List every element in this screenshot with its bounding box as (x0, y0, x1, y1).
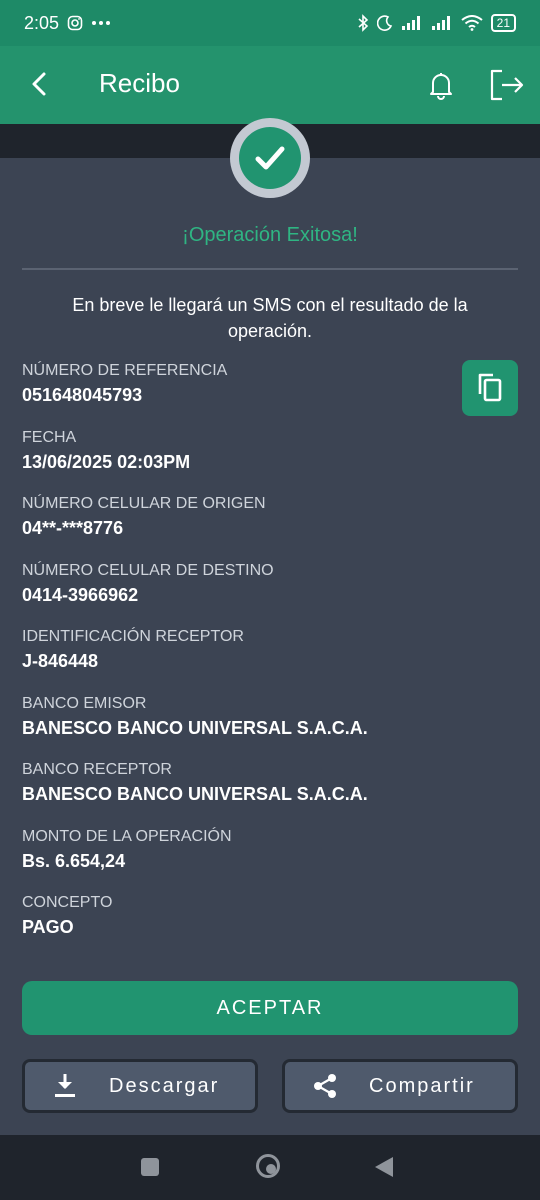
field-value: Bs. 6.654,24 (22, 851, 126, 871)
field-value: 13/06/2025 02:03PM (22, 452, 191, 472)
logout-icon[interactable] (488, 68, 526, 102)
field-value: PAGO (22, 917, 74, 937)
home-icon[interactable] (256, 1154, 280, 1178)
field-label: CONCEPTO (22, 894, 113, 911)
download-icon (55, 1074, 75, 1097)
download-label: Descargar (109, 1074, 220, 1097)
signal-icon (431, 16, 450, 30)
field-label: MONTO DE LA OPERACIÓN (22, 828, 232, 845)
instagram-icon (67, 15, 83, 31)
wifi-icon (461, 15, 483, 31)
field-label: FECHA (22, 429, 77, 446)
share-button[interactable]: Compartir (282, 1059, 518, 1113)
field-value: 0414-3966962 (22, 585, 139, 605)
battery-icon: 21 (490, 14, 516, 32)
bluetooth-icon (358, 14, 368, 32)
field-receiver-id: IDENTIFICACIÓN RECEPTOR J-846448 (22, 627, 442, 673)
share-label: Compartir (369, 1074, 475, 1097)
field-label: NÚMERO CELULAR DE DESTINO (22, 562, 274, 579)
field-label: NÚMERO CELULAR DE ORIGEN (22, 495, 266, 512)
field-value: J-846448 (22, 651, 99, 671)
success-check-badge (230, 118, 310, 198)
field-date: FECHA 13/06/2025 02:03PM (22, 428, 442, 474)
field-issuing-bank: BANCO EMISOR BANESCO BANCO UNIVERSAL S.A… (22, 694, 442, 740)
page-title: Recibo (99, 68, 180, 98)
field-concept: CONCEPTO PAGO (22, 893, 442, 939)
sms-notice: En breve le llegará un SMS con el result… (72, 295, 468, 341)
field-label: NÚMERO DE REFERENCIA (22, 362, 228, 379)
download-button[interactable]: Descargar (22, 1059, 258, 1113)
field-destination-phone: NÚMERO CELULAR DE DESTINO 0414-3966962 (22, 561, 442, 607)
accept-button[interactable]: ACEPTAR (22, 981, 518, 1035)
nav-back-icon[interactable] (374, 1156, 394, 1178)
more-dots-icon (92, 21, 111, 25)
field-value: 04**-***8776 (22, 518, 124, 538)
success-message: ¡Operación Exitosa! (182, 224, 358, 246)
field-origin-phone: NÚMERO CELULAR DE ORIGEN 04**-***8776 (22, 494, 442, 540)
copy-icon (478, 373, 502, 402)
back-arrow-icon[interactable] (26, 70, 54, 98)
status-time: 2:05 (24, 12, 60, 33)
field-value: 051648045793 (22, 385, 143, 405)
field-amount: MONTO DE LA OPERACIÓN Bs. 6.654,24 (22, 827, 442, 873)
field-reference-number: NÚMERO DE REFERENCIA 051648045793 (22, 361, 442, 407)
divider (22, 268, 518, 270)
recent-apps-icon[interactable] (141, 1158, 159, 1176)
do-not-disturb-icon (376, 15, 392, 31)
checkmark-icon (255, 146, 285, 170)
status-bar: 2:05 21 (0, 0, 540, 46)
signal-icon (401, 16, 420, 30)
field-label: IDENTIFICACIÓN RECEPTOR (22, 628, 244, 645)
bell-icon[interactable] (424, 68, 458, 102)
field-receiving-bank: BANCO RECEPTOR BANESCO BANCO UNIVERSAL S… (22, 760, 442, 806)
field-value: BANESCO BANCO UNIVERSAL S.A.C.A. (22, 784, 368, 804)
copy-button[interactable] (462, 360, 518, 416)
field-value: BANESCO BANCO UNIVERSAL S.A.C.A. (22, 718, 368, 738)
field-label: BANCO EMISOR (22, 695, 147, 712)
field-label: BANCO RECEPTOR (22, 761, 172, 778)
share-icon (314, 1074, 336, 1098)
app-bar: Recibo (0, 46, 540, 124)
